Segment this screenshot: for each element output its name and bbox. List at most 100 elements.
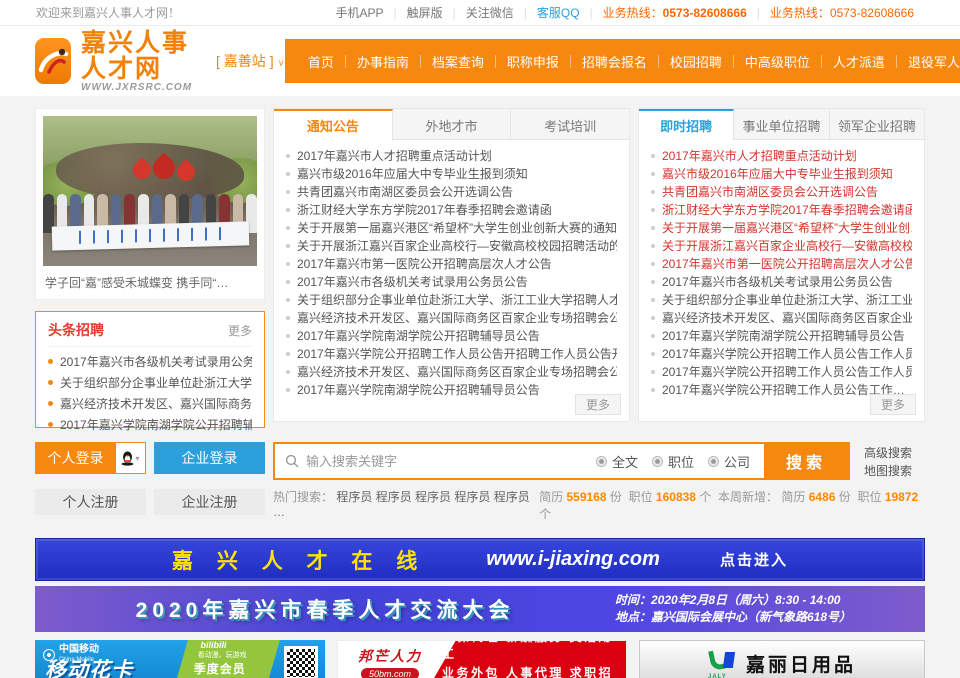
list-item[interactable]: 关于开展浙江嘉兴百家企业高校行—安徽高校校园招聘活动的通… <box>286 237 617 255</box>
list-item[interactable]: 共青团嘉兴市南湖区委员会公开选调公告 <box>651 183 912 201</box>
jaly-logo-icon: JALY <box>708 650 736 676</box>
banmang-hr-ad[interactable]: 邦芒人力 50bm.com 社保代理 薪酬服务 灵活用工 业务外包 人事代理 求… <box>337 640 627 678</box>
list-item[interactable]: 嘉兴市级2016年应届大中专毕业生报到须知 <box>651 165 912 183</box>
list-item[interactable]: 嘉兴经济技术开发区、嘉兴国际商务… <box>48 394 252 415</box>
tab-exam-training[interactable]: 考试培训 <box>511 109 629 139</box>
nav-item-home[interactable]: 首页 <box>297 52 345 71</box>
main-content: 学子回“嘉”感受禾城蝶变 携手同“… 头条招聘 更多 2017年嘉兴市各级机关考… <box>35 108 925 428</box>
spring-jobfair-banner[interactable]: 2020年嘉兴市春季人才交流大会 时间：2020年2月8日（周六）8:30 - … <box>35 586 925 632</box>
list-item[interactable]: 嘉兴市级2016年应届大中专毕业生报到须知 <box>286 165 617 183</box>
list-item[interactable]: 嘉兴经济技术开发区、嘉兴国际商务区百家企业专场招聘会公告 <box>286 309 617 327</box>
china-mobile-ad[interactable]: 中国移动China Mobile 移动花卡 bilibili 看动漫、玩游戏 季… <box>35 640 325 678</box>
list-item[interactable]: 关于开展第一届嘉兴港区“希望杯”大学生创业创新大赛的通知 <box>286 219 617 237</box>
list-item[interactable]: 2017年嘉兴市第一医院公开招聘高层次人才公告 <box>651 255 912 273</box>
scope-radio-position[interactable]: 职位 <box>652 452 694 471</box>
scope-radio-fulltext[interactable]: 全文 <box>596 452 638 471</box>
list-item[interactable]: 关于组织部分企事业单位赴浙江大学、浙江工业大学招聘人才的… <box>286 291 617 309</box>
list-item[interactable]: 2017年嘉兴学院南湖学院公开招聘辅导员公告 <box>286 381 617 399</box>
tab-public-institution[interactable]: 事业单位招聘 <box>734 109 829 139</box>
hotline-primary: 业务热线：0573-82608666 <box>593 4 757 21</box>
company-login-button[interactable]: 企业登录 <box>154 442 265 474</box>
list-item[interactable]: 2017年嘉兴学院南湖学院公开招聘辅导员公告 <box>651 327 912 345</box>
news-photo[interactable] <box>43 116 257 266</box>
search-input[interactable] <box>306 454 572 469</box>
list-item[interactable]: 2017年嘉兴学院公开招聘工作人员公告工作人员… <box>651 363 912 381</box>
nav-item-veterans[interactable]: 退役军人招聘 <box>897 52 960 71</box>
list-item[interactable]: 2017年嘉兴学院公开招聘工作人员公告开招聘工作人员公告开… <box>286 345 617 363</box>
list-item[interactable]: 关于开展第一届嘉兴港区“希望杯”大学生创业创… <box>651 219 912 237</box>
list-item[interactable]: 嘉兴经济技术开发区、嘉兴国际商务区百家企业专场招聘会公告 <box>286 363 617 381</box>
list-item[interactable]: 关于组织部分企事业单位赴浙江大学、浙江工业大… <box>651 291 912 309</box>
qq-penguin-icon <box>121 451 134 466</box>
hotline-secondary: 业务热线：0573-82608666 <box>760 4 924 21</box>
notice-list: 2017年嘉兴市人才招聘重点活动计划 嘉兴市级2016年应届大中专毕业生报到须知… <box>274 140 629 399</box>
tab-instant-recruit[interactable]: 即时招聘 <box>639 109 734 140</box>
nav-item-senior-jobs[interactable]: 中高级职位 <box>734 52 821 71</box>
hot-search-label: 热门搜索： <box>273 490 333 504</box>
banner-url: www.i-jiaxing.com <box>486 548 660 571</box>
list-item[interactable]: 2017年嘉兴市各级机关考试录用公务… <box>48 352 252 373</box>
list-item[interactable]: 嘉兴经济技术开发区、嘉兴国际商务区百家企业专… <box>651 309 912 327</box>
list-item[interactable]: 2017年嘉兴学院南湖学院公开招聘辅… <box>48 415 252 436</box>
radio-icon <box>596 456 607 467</box>
notice-tabs: 通知公告 外地才市 考试培训 <box>274 109 629 140</box>
login-box: 个人登录 ▾ 企业登录 个人注册 企业注册 <box>35 442 265 522</box>
list-item[interactable]: 共青团嘉兴市南湖区委员会公开选调公告 <box>286 183 617 201</box>
list-item[interactable]: 2017年嘉兴市第一医院公开招聘高层次人才公告 <box>286 255 617 273</box>
mobile-app-link[interactable]: 手机APP <box>325 4 393 21</box>
site-url: WWW.JXRSRC.COM <box>81 82 202 93</box>
banner-info: 时间：2020年2月8日（周六）8:30 - 14:00 地点：嘉兴国际会展中心… <box>615 592 925 626</box>
service-qq-link[interactable]: 客服QQ <box>527 4 590 21</box>
nav-item-dispatch[interactable]: 人才派遣 <box>822 52 896 71</box>
map-search-link[interactable]: 地图搜索 <box>864 462 912 480</box>
touch-version-link[interactable]: 触屏版 <box>397 4 453 21</box>
ad-title: 移动花卡 <box>45 654 133 678</box>
qr-code <box>284 646 318 678</box>
personal-login-button[interactable]: 个人登录 <box>35 442 116 474</box>
nav-item-archive[interactable]: 档案查询 <box>421 52 495 71</box>
wechat-link[interactable]: 关注微信 <box>456 4 524 21</box>
personal-register-button[interactable]: 个人注册 <box>35 489 146 515</box>
advanced-search-link[interactable]: 高级搜索 <box>864 444 912 462</box>
search-field-group: 全文 职位 公司 搜索 <box>273 442 850 480</box>
nav-item-guide[interactable]: 办事指南 <box>346 52 420 71</box>
qq-login-dropdown[interactable]: ▾ <box>116 442 146 474</box>
tab-notice[interactable]: 通知公告 <box>274 109 393 140</box>
tab-leading-enterprise[interactable]: 领军企业招聘 <box>830 109 924 139</box>
nav-item-title-declare[interactable]: 职称申报 <box>496 52 570 71</box>
banner-title: 嘉 兴 人 才 在 线 <box>172 545 426 575</box>
headline-more-link[interactable]: 更多 <box>228 322 252 339</box>
nav-item-jobfair[interactable]: 招聘会报名 <box>571 52 658 71</box>
photo-caption-link[interactable]: 学子回“嘉”感受禾城蝶变 携手同“… <box>43 266 257 299</box>
jaly-daily-goods-ad[interactable]: JALY 嘉丽日用品 <box>639 640 925 678</box>
nav-item-campus[interactable]: 校园招聘 <box>659 52 733 71</box>
recruit-list: 2017年嘉兴市人才招聘重点活动计划 嘉兴市级2016年应届大中专毕业生报到须知… <box>639 140 924 399</box>
recruit-more-button[interactable]: 更多 <box>870 394 916 415</box>
list-item[interactable]: 浙江财经大学东方学院2017年春季招聘会邀请函 <box>651 201 912 219</box>
list-item[interactable]: 浙江财经大学东方学院2017年春季招聘会邀请函 <box>286 201 617 219</box>
radio-icon <box>708 456 719 467</box>
list-item[interactable]: 2017年嘉兴市各级机关考试录用公务员公告 <box>651 273 912 291</box>
headline-list: 2017年嘉兴市各级机关考试录用公务… 关于组织部分企事业单位赴浙江大学… 嘉兴… <box>48 352 252 436</box>
list-item[interactable]: 2017年嘉兴市人才招聘重点活动计划 <box>286 147 617 165</box>
list-item[interactable]: 2017年嘉兴市人才招聘重点活动计划 <box>651 147 912 165</box>
list-item[interactable]: 关于组织部分企事业单位赴浙江大学… <box>48 373 252 394</box>
banner-cta: 点击进入 <box>720 549 788 570</box>
site-stats: 简历 559168 份 职位 160838 个 本周新增： 简历 6486 份 … <box>539 488 925 522</box>
header: 嘉兴人事人才网 WWW.JXRSRC.COM [ 嘉善站 ] ∨ 首页 办事指南… <box>0 26 960 96</box>
site-logo[interactable]: 嘉兴人事人才网 WWW.JXRSRC.COM <box>35 30 202 93</box>
list-item[interactable]: 2017年嘉兴学院南湖学院公开招聘辅导员公告 <box>286 327 617 345</box>
search-button[interactable]: 搜索 <box>764 444 848 478</box>
headline-jobs-title: 头条招聘 <box>48 320 104 340</box>
jiaxing-talent-online-banner[interactable]: 嘉 兴 人 才 在 线 www.i-jiaxing.com 点击进入 <box>35 538 925 581</box>
notice-more-button[interactable]: 更多 <box>575 394 621 415</box>
brand-name: 嘉丽日用品 <box>746 650 856 677</box>
list-item[interactable]: 2017年嘉兴市各级机关考试录用公务员公告 <box>286 273 617 291</box>
recruit-panel: 即时招聘 事业单位招聘 领军企业招聘 2017年嘉兴市人才招聘重点活动计划 嘉兴… <box>638 108 925 422</box>
company-register-button[interactable]: 企业注册 <box>154 489 265 515</box>
list-item[interactable]: 2017年嘉兴学院公开招聘工作人员公告工作人员… <box>651 345 912 363</box>
station-selector[interactable]: [ 嘉善站 ] ∨ <box>216 51 285 71</box>
tab-outside-market[interactable]: 外地才市 <box>393 109 512 139</box>
scope-radio-company[interactable]: 公司 <box>708 452 750 471</box>
list-item[interactable]: 关于开展浙江嘉兴百家企业高校行—安徽高校校园… <box>651 237 912 255</box>
